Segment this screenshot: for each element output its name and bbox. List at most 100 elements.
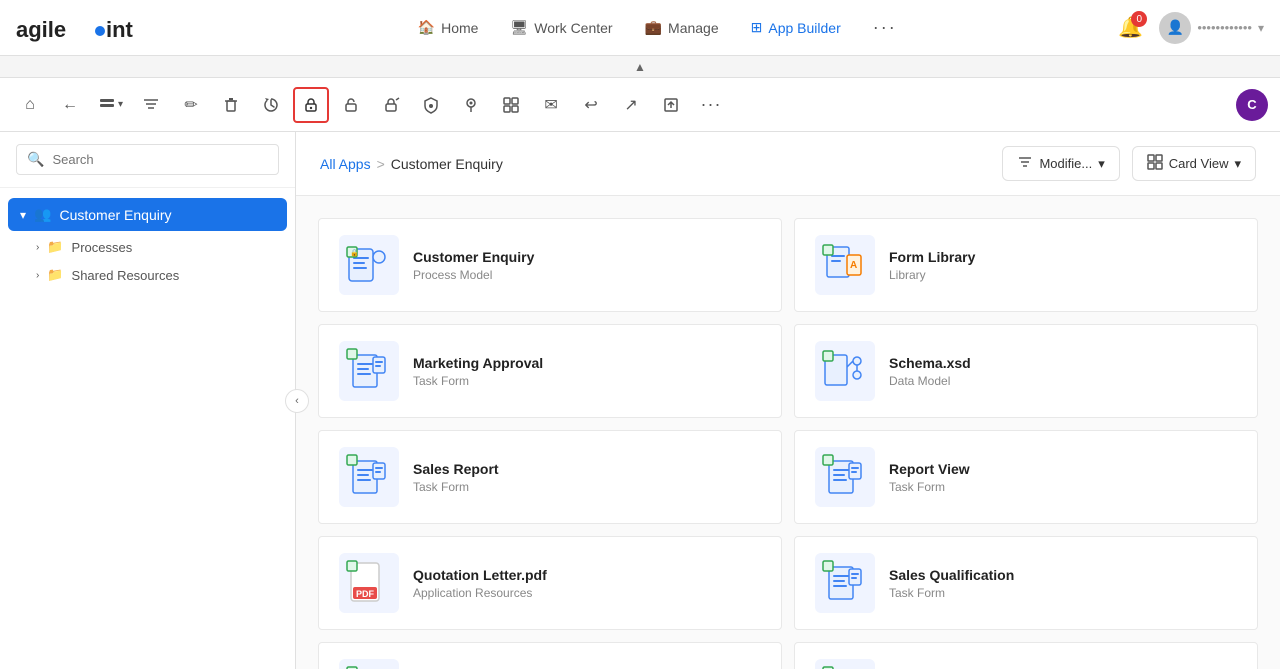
sidebar-item-processes[interactable]: › 📁 Processes	[0, 233, 295, 261]
toolbar-edit-button[interactable]: ✏	[173, 87, 209, 123]
toolbar-shield-button[interactable]	[413, 87, 449, 123]
user-icon: 👤	[1167, 19, 1184, 36]
card-icon-customer-enquiry: 🔒	[339, 235, 399, 295]
card-info-report-view: Report View Task Form	[889, 461, 1237, 494]
toolbar-grid-button[interactable]	[493, 87, 529, 123]
card-icon-customer-enquiry-form	[339, 659, 399, 669]
sort-button[interactable]: Modifie... ▾	[1002, 146, 1119, 181]
card-item-form-library[interactable]: A Form Library Library	[794, 218, 1258, 312]
shared-label: Shared Resources	[72, 268, 180, 283]
card-icon-sales-qualification	[815, 553, 875, 613]
card-info-quotation-letter: Quotation Letter.pdf Application Resourc…	[413, 567, 761, 600]
sort-chevron-icon: ▾	[1098, 156, 1105, 172]
view-label: Card View	[1169, 156, 1229, 171]
card-subtitle-schema-xsd: Data Model	[889, 374, 1237, 388]
monitor-icon: 🖥	[510, 19, 528, 36]
toolbar-home-button[interactable]: ⌂	[12, 87, 48, 123]
nav-home[interactable]: 🏠 Home	[418, 19, 479, 36]
nav-links: 🏠 Home 🖥 Work Center 💼 Manage ⊞ App Buil…	[378, 17, 897, 38]
toolbar-layer-button[interactable]: ▾	[92, 90, 129, 119]
nav-manage[interactable]: 💼 Manage	[645, 19, 719, 36]
search-box: 🔍	[0, 132, 295, 188]
toolbar-reply-button[interactable]: ↩	[573, 87, 609, 123]
shared-expand-icon: ›	[36, 270, 39, 281]
card-item-customer-enquiry[interactable]: 🔒 Customer Enquiry Process Model	[318, 218, 782, 312]
card-title-sales-report: Sales Report	[413, 461, 761, 477]
manage-icon: 💼	[645, 19, 662, 36]
shared-folder-icon: 📁	[47, 267, 63, 283]
svg-text:agile: agile	[16, 17, 66, 42]
toolbar-delete-button[interactable]	[213, 87, 249, 123]
card-info-sales-report: Sales Report Task Form	[413, 461, 761, 494]
card-icon-sales-report	[339, 447, 399, 507]
toolbar-unlock-button[interactable]	[333, 87, 369, 123]
sidebar-item-shared-resources[interactable]: › 📁 Shared Resources	[0, 261, 295, 289]
card-item-report-view[interactable]: Report View Task Form	[794, 430, 1258, 524]
home-icon: 🏠	[418, 19, 435, 36]
sort-icon	[1017, 154, 1033, 173]
view-button[interactable]: Card View ▾	[1132, 146, 1256, 181]
notifications-button[interactable]: 🔔 0	[1118, 15, 1143, 40]
appbuilder-icon: ⊞	[751, 19, 763, 36]
expand-icon: ▾	[20, 208, 26, 222]
card-title-customer-enquiry: Customer Enquiry	[413, 249, 761, 265]
card-title-schema-xsd: Schema.xsd	[889, 355, 1237, 371]
nav-appbuilder[interactable]: ⊞ App Builder	[751, 19, 841, 36]
content-header: All Apps > Customer Enquiry Modifie... ▾…	[296, 132, 1280, 196]
collapse-button[interactable]: ▲	[634, 60, 646, 74]
card-item-quotation-letter[interactable]: PDF Quotation Letter.pdf Application Res…	[318, 536, 782, 630]
nav-more-btn[interactable]: ···	[873, 17, 897, 38]
sidebar-collapse-arrow[interactable]: ‹	[285, 389, 309, 413]
card-item-schema-xsd[interactable]: Schema.xsd Data Model	[794, 324, 1258, 418]
content-area: All Apps > Customer Enquiry Modifie... ▾…	[296, 132, 1280, 669]
card-item-sales-qualification[interactable]: Sales Qualification Task Form	[794, 536, 1258, 630]
toolbar-back-button[interactable]: ←	[52, 87, 88, 123]
card-subtitle-marketing-approval: Task Form	[413, 374, 761, 388]
sidebar-item-customer-enquiry[interactable]: ▾ 👥 Customer Enquiry	[8, 198, 287, 231]
toolbar-lockalt-button[interactable]	[373, 87, 409, 123]
breadcrumb-separator: >	[377, 156, 385, 172]
toolbar-filter-button[interactable]	[133, 87, 169, 123]
top-nav: agile int 🏠 Home 🖥 Work Center 💼 Manage …	[0, 0, 1280, 56]
toolbar-share-button[interactable]: ↗	[613, 87, 649, 123]
nav-workcenter[interactable]: 🖥 Work Center	[510, 19, 612, 36]
card-icon-schema-xsd	[815, 341, 875, 401]
breadcrumb-all-apps[interactable]: All Apps	[320, 156, 371, 172]
toolbar: ⌂ ← ▾ ✏ ✉ ↩ ↗ ··· C	[0, 78, 1280, 132]
card-grid: 🔒 Customer Enquiry Process Model A Form …	[296, 196, 1280, 669]
card-title-sales-qualification: Sales Qualification	[889, 567, 1237, 583]
search-input[interactable]	[52, 152, 268, 167]
toolbar-pin-button[interactable]	[453, 87, 489, 123]
toolbar-user-initial-button[interactable]: C	[1236, 89, 1268, 121]
view-grid-icon	[1147, 154, 1163, 173]
card-title-quotation-letter: Quotation Letter.pdf	[413, 567, 761, 583]
user-avatar-area[interactable]: 👤 •••••••••••• ▾	[1159, 12, 1264, 44]
sidebar-tree: ▾ 👥 Customer Enquiry › 📁 Processes › 📁 S…	[0, 188, 295, 669]
toolbar-mail-button[interactable]: ✉	[533, 87, 569, 123]
layer-chevron-icon: ▾	[118, 99, 123, 110]
toolbar-more-button[interactable]: ···	[693, 87, 729, 123]
card-item-internal-application-fileupload[interactable]: Internal Application FileUpload Task For…	[794, 642, 1258, 669]
logo: agile int	[16, 11, 156, 45]
card-title-form-library: Form Library	[889, 249, 1237, 265]
toolbar-history-button[interactable]	[253, 87, 289, 123]
card-subtitle-sales-report: Task Form	[413, 480, 761, 494]
toolbar-export-button[interactable]	[653, 87, 689, 123]
card-icon-form-library: A	[815, 235, 875, 295]
card-info-sales-qualification: Sales Qualification Task Form	[889, 567, 1237, 600]
card-item-sales-report[interactable]: Sales Report Task Form	[318, 430, 782, 524]
breadcrumb-current: Customer Enquiry	[391, 156, 503, 172]
card-title-marketing-approval: Marketing Approval	[413, 355, 761, 371]
collapse-strip[interactable]: ▲	[0, 56, 1280, 78]
card-item-customer-enquiry-form[interactable]: Customer Enquiry Form Task Form	[318, 642, 782, 669]
svg-text:A: A	[850, 260, 857, 271]
toolbar-lock-button[interactable]	[293, 87, 329, 123]
card-subtitle-customer-enquiry: Process Model	[413, 268, 761, 282]
header-actions: Modifie... ▾ Card View ▾	[1002, 146, 1256, 181]
search-input-wrap[interactable]: 🔍	[16, 144, 279, 175]
logo-svg: agile int	[16, 11, 156, 45]
sidebar-app-label: Customer Enquiry	[59, 207, 171, 223]
card-subtitle-form-library: Library	[889, 268, 1237, 282]
processes-folder-icon: 📁	[47, 239, 63, 255]
card-item-marketing-approval[interactable]: Marketing Approval Task Form	[318, 324, 782, 418]
